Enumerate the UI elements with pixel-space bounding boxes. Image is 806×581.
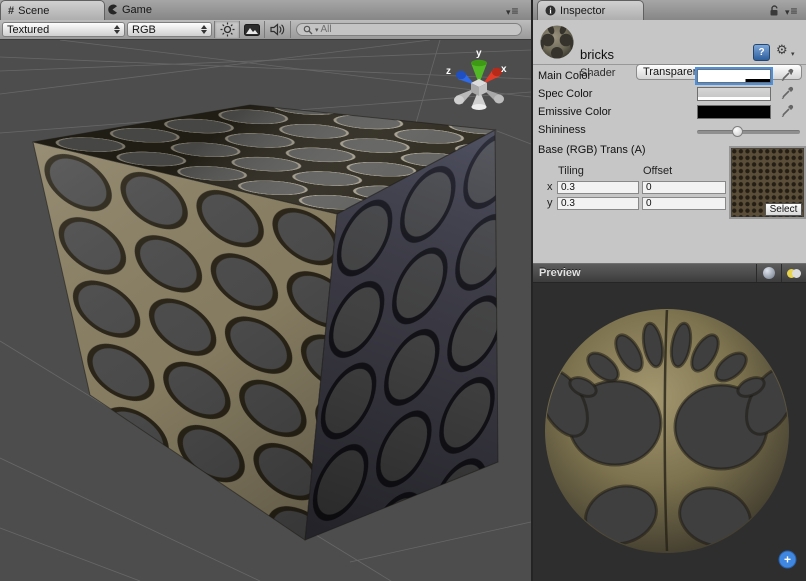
skybox-toggle-button[interactable] xyxy=(240,21,265,38)
offset-header: Offset xyxy=(643,165,672,177)
tiling-x-input[interactable]: 0.3 xyxy=(557,181,639,194)
image-icon xyxy=(244,24,260,36)
menu-lines-icon: ≡ xyxy=(791,4,799,18)
tiling-y-axis-label: y xyxy=(547,197,553,209)
tab-game[interactable]: Game xyxy=(100,0,187,19)
lock-icon[interactable] xyxy=(769,5,781,16)
speaker-icon xyxy=(270,23,285,36)
scene-tabstrip: # Scene Game ▾≡ xyxy=(0,0,531,21)
material-header: bricks Shader Transparent/VertexLit ▼ ? … xyxy=(533,20,806,65)
tiling-y-input[interactable]: 0.3 xyxy=(557,197,639,210)
preview-canvas[interactable]: + xyxy=(533,283,806,581)
render-mode-dropdown[interactable]: Textured xyxy=(2,22,125,37)
tiling-header: Tiling xyxy=(558,165,584,177)
game-icon xyxy=(107,4,118,15)
scene-viewport[interactable]: y x z xyxy=(0,40,531,581)
select-texture-button[interactable]: Select xyxy=(765,203,802,216)
gear-caret-icon: ▾ xyxy=(791,50,795,58)
inspector-panel-menu[interactable]: ▾≡ xyxy=(785,4,799,18)
info-icon: i xyxy=(545,5,556,16)
stepper-arrows-icon xyxy=(108,25,120,34)
scene-panel-menu[interactable]: ▾≡ xyxy=(506,4,520,18)
tab-inspector[interactable]: i Inspector xyxy=(537,0,644,20)
sun-icon xyxy=(220,22,235,37)
preview-panel: Preview xyxy=(533,263,806,581)
light-white-icon xyxy=(792,269,801,278)
stepper-arrows-icon xyxy=(195,25,207,34)
render-mode-value: Textured xyxy=(7,24,49,36)
emissive-color-swatch[interactable] xyxy=(697,105,771,119)
base-map-label: Base (RGB) Trans (A) xyxy=(538,144,646,156)
preview-mesh-button[interactable] xyxy=(756,264,781,282)
preview-sphere-render xyxy=(533,283,806,581)
search-filter-value: All xyxy=(321,24,332,35)
tab-scene[interactable]: # Scene xyxy=(0,0,105,20)
plus-icon: + xyxy=(784,553,791,567)
scene-toggle-group xyxy=(214,21,291,38)
search-filter-caret-icon: ▾ xyxy=(315,26,319,34)
shininess-slider-track[interactable] xyxy=(697,130,800,134)
help-icon[interactable]: ? xyxy=(753,44,770,61)
emissive-color-label: Emissive Color xyxy=(538,106,611,118)
gizmo-x-label: x xyxy=(501,64,507,75)
tab-scene-label: Scene xyxy=(18,5,49,17)
emissive-color-alpha-bar xyxy=(698,115,770,118)
gizmo-y-label: y xyxy=(476,48,482,59)
spec-color-swatch[interactable] xyxy=(697,87,771,101)
scene-toolbar: Textured RGB xyxy=(0,20,531,40)
preview-zoom-button[interactable]: + xyxy=(778,550,797,569)
offset-y-input[interactable]: 0 xyxy=(642,197,726,210)
shininess-label: Shininess xyxy=(538,124,586,136)
spec-color-label: Spec Color xyxy=(538,88,592,100)
unity-editor-window: # Scene Game ▾≡ Textured RGB xyxy=(0,0,806,581)
main-color-eyedropper-icon[interactable] xyxy=(780,68,794,82)
menu-lines-icon: ≡ xyxy=(512,4,520,18)
offset-x-input[interactable]: 0 xyxy=(642,181,726,194)
shininess-slider-thumb[interactable] xyxy=(732,126,743,137)
emissive-color-eyedropper-icon[interactable] xyxy=(780,104,794,118)
scene-search-field[interactable]: ▾ All xyxy=(296,23,522,36)
preview-header[interactable]: Preview xyxy=(533,263,806,283)
preview-lighting-button[interactable] xyxy=(781,264,806,282)
preview-title: Preview xyxy=(533,267,581,279)
gear-icon[interactable]: ⚙ xyxy=(776,43,788,58)
lighting-toggle-button[interactable] xyxy=(215,21,240,38)
tab-game-label: Game xyxy=(122,4,152,16)
inspector-tabstrip: i Inspector ▾≡ xyxy=(533,0,806,21)
material-name: bricks xyxy=(580,47,614,62)
gizmo-z-label: z xyxy=(446,66,451,77)
tab-inspector-label: Inspector xyxy=(560,5,605,17)
spec-color-eyedropper-icon[interactable] xyxy=(780,86,794,100)
scene-grid-icon: # xyxy=(8,5,14,17)
main-color-swatch[interactable] xyxy=(697,69,771,83)
material-ball-icon xyxy=(537,22,577,62)
tiling-x-axis-label: x xyxy=(547,181,553,193)
color-mode-dropdown[interactable]: RGB xyxy=(127,22,212,37)
search-icon xyxy=(303,25,313,35)
spec-color-alpha-bar xyxy=(698,97,770,100)
main-color-alpha-bar xyxy=(698,79,770,82)
main-color-label: Main Color xyxy=(538,70,591,82)
color-mode-value: RGB xyxy=(132,24,156,36)
sphere-icon xyxy=(763,267,775,279)
audio-toggle-button[interactable] xyxy=(265,21,290,38)
inspector-panel: i Inspector ▾≡ xyxy=(533,0,806,263)
